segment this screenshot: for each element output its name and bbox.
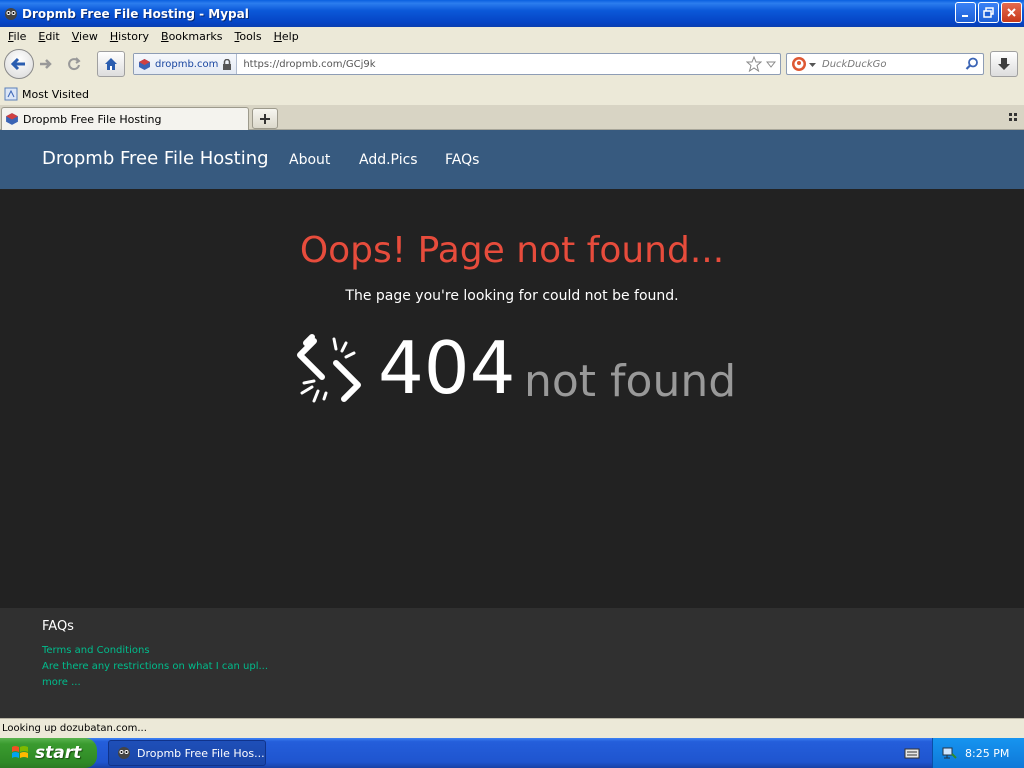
footer-link-restrictions[interactable]: Are there any restrictions on what I can… [42, 661, 268, 672]
lock-icon [223, 58, 232, 70]
back-button[interactable] [4, 49, 34, 79]
menu-bar: File Edit View History Bookmarks Tools H… [0, 27, 1024, 45]
search-engine-selector[interactable] [787, 56, 816, 72]
bookmarks-toolbar: Most Visited [0, 83, 1024, 105]
nav-about[interactable]: About [289, 152, 330, 168]
reload-icon [68, 57, 81, 71]
status-text: Looking up dozubatan.com... [2, 723, 147, 734]
menu-view[interactable]: View [66, 30, 104, 43]
broken-link-icon [297, 334, 361, 403]
mypal-taskbar-icon [118, 747, 130, 759]
site-favicon-icon [139, 58, 150, 70]
window-title: Dropmb Free File Hosting - Mypal [22, 6, 249, 21]
home-button[interactable] [97, 51, 125, 77]
new-tab-button[interactable] [252, 108, 278, 129]
search-icon[interactable] [965, 57, 983, 71]
back-arrow-icon [10, 57, 25, 71]
search-bar[interactable]: DuckDuckGo [786, 53, 984, 75]
forward-button[interactable] [32, 51, 60, 77]
menu-tools[interactable]: Tools [228, 30, 267, 43]
footer-faqs-title: FAQs [42, 619, 74, 634]
windows-taskbar: start Dropmb Free File Hos... 8:25 PM [0, 738, 1024, 768]
bookmark-most-visited[interactable]: Most Visited [22, 88, 89, 101]
restore-button[interactable] [978, 2, 999, 23]
error-subtitle: The page you're looking for could not be… [345, 288, 679, 304]
web-page: Dropmb Free File Hosting About Add.Pics … [0, 130, 1024, 718]
window-title-bar[interactable]: Dropmb Free File Hosting - Mypal [0, 0, 1024, 27]
tab-dropmb[interactable]: Dropmb Free File Hosting [1, 107, 249, 130]
status-bar: Looking up dozubatan.com... [0, 718, 1024, 738]
menu-bookmarks[interactable]: Bookmarks [155, 30, 228, 43]
mypal-app-icon [4, 7, 18, 21]
error-code: 404 [378, 326, 516, 410]
menu-history[interactable]: History [104, 30, 155, 43]
menu-file[interactable]: File [2, 30, 32, 43]
plus-icon [260, 113, 270, 124]
menu-edit[interactable]: Edit [32, 30, 65, 43]
close-button[interactable] [1001, 2, 1022, 23]
site-footer: FAQs Terms and Conditions Are there any … [0, 608, 1024, 718]
downloads-button[interactable] [990, 51, 1018, 77]
site-identity-label: dropmb.com [155, 58, 219, 70]
bookmark-star-icon[interactable] [746, 56, 762, 72]
taskbar-item-mypal[interactable]: Dropmb Free File Hos... [108, 740, 266, 766]
most-visited-folder-icon [4, 87, 18, 101]
engine-dropdown-icon [809, 62, 816, 67]
tab-bar: Dropmb Free File Hosting [0, 105, 1024, 130]
home-icon [105, 58, 117, 70]
download-arrow-icon [998, 58, 1010, 70]
start-button[interactable]: start [0, 738, 97, 768]
keyboard-icon[interactable] [904, 746, 920, 763]
minimize-button[interactable] [955, 2, 976, 23]
site-identity[interactable]: dropmb.com [134, 54, 238, 74]
error-title: Oops! Page not found... [299, 230, 725, 271]
reload-button[interactable] [60, 51, 88, 77]
restore-icon [983, 7, 994, 18]
list-all-tabs-button[interactable] [1008, 112, 1018, 125]
site-navbar: Dropmb Free File Hosting About Add.Pics … [0, 130, 1024, 189]
nav-faqs[interactable]: FAQs [445, 152, 479, 168]
forward-arrow-icon [40, 59, 52, 69]
network-icon[interactable] [941, 745, 957, 761]
footer-link-more[interactable]: more ... [42, 677, 81, 688]
site-brand[interactable]: Dropmb Free File Hosting [42, 148, 269, 169]
start-label: start [35, 743, 82, 763]
system-tray: 8:25 PM [932, 738, 1024, 768]
grid-icon [1009, 113, 1017, 121]
navigation-toolbar: dropmb.com https://dropmb.com/GCj9k Duck… [0, 45, 1024, 83]
footer-link-terms[interactable]: Terms and Conditions [42, 645, 150, 656]
dropdown-arrow-icon[interactable] [766, 59, 776, 69]
taskbar-item-label: Dropmb Free File Hos... [137, 746, 265, 760]
tab-favicon-icon [6, 113, 18, 125]
minimize-icon [962, 15, 968, 17]
url-text[interactable]: https://dropmb.com/GCj9k [237, 59, 746, 70]
url-bar[interactable]: dropmb.com https://dropmb.com/GCj9k [133, 53, 781, 75]
nav-add-pics[interactable]: Add.Pics [359, 152, 418, 168]
menu-help[interactable]: Help [268, 30, 305, 43]
windows-logo-icon [12, 746, 28, 758]
duckduckgo-icon [792, 57, 806, 71]
close-icon [1007, 8, 1016, 17]
clock[interactable]: 8:25 PM [965, 747, 1009, 760]
search-placeholder: DuckDuckGo [822, 58, 887, 70]
tab-label: Dropmb Free File Hosting [23, 112, 162, 126]
error-not-found-text: not found [524, 356, 737, 407]
